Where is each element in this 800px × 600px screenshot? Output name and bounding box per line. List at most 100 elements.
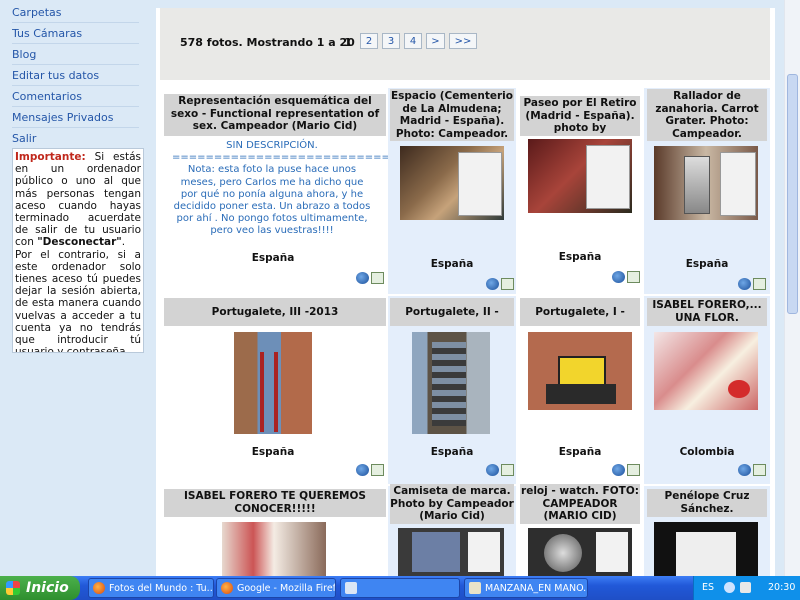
notice-text: Si estás en un ordenador público o uno a… [15, 151, 141, 249]
firefox-icon [221, 582, 233, 594]
photo-title[interactable]: Camiseta de marca. Photo by Campeador (M… [390, 484, 514, 524]
sidebar-item-tus-camaras[interactable]: Tus Cámaras [12, 23, 139, 44]
comment-icon[interactable] [501, 464, 514, 476]
firefox-icon [93, 582, 105, 594]
photo-country: España [251, 446, 295, 458]
photo-file-icon [469, 582, 481, 594]
taskbar-item-google[interactable]: Google - Mozilla Firef... [216, 578, 336, 598]
network-icon[interactable] [724, 582, 735, 593]
notice-disconnect: "Desconectar" [37, 236, 122, 249]
photo-thumbnail[interactable] [400, 146, 504, 220]
favorite-icon[interactable] [612, 464, 625, 476]
photo-thumbnail[interactable] [654, 522, 758, 576]
photo-title[interactable]: Rallador de zanahoria. Carrot Grater. Ph… [647, 89, 767, 141]
comment-icon[interactable] [371, 464, 384, 476]
photo-country: España [430, 258, 474, 270]
comment-icon[interactable] [627, 271, 640, 283]
photo-title[interactable]: Portugalete, I - 2013 [520, 298, 640, 326]
scrollbar-thumb[interactable] [787, 74, 798, 314]
photo-country: España [430, 446, 474, 458]
photo-country: Colombia [679, 446, 735, 458]
favorite-icon[interactable] [738, 464, 751, 476]
taskbar-item-label: Fotos del Mundo : Tu... [109, 583, 214, 594]
sidebar-item-mensajes-privados[interactable]: Mensajes Privados [12, 107, 139, 128]
favorite-icon[interactable] [356, 272, 369, 284]
taskbar-item-manzana[interactable]: MANZANA_EN MANO... [464, 578, 588, 598]
photo-title[interactable]: reloj - watch. FOTO: CAMPEADOR (MARIO CI… [520, 484, 640, 524]
photo-thumbnail[interactable] [412, 332, 490, 434]
photo-card: reloj - watch. FOTO: CAMPEADOR (MARIO CI… [518, 484, 642, 576]
next-page-button[interactable]: > [426, 33, 445, 49]
notice-important-label: Importante: [15, 151, 86, 163]
photo-title[interactable]: ISABEL FORERO,... UNA FLOR. [647, 298, 767, 326]
favorite-icon[interactable] [486, 464, 499, 476]
comment-icon[interactable] [371, 272, 384, 284]
photo-title[interactable]: Paseo por El Retiro (Madrid - España). p… [520, 96, 640, 136]
photo-country: España [558, 251, 602, 263]
windows-logo-icon [6, 581, 20, 595]
photo-title[interactable]: Penélope Cruz Sánchez. [647, 489, 767, 517]
photo-card: Penélope Cruz Sánchez. [644, 486, 770, 576]
photo-actions [356, 272, 386, 285]
comment-icon[interactable] [753, 278, 766, 290]
system-tray: ES 20:30 [693, 576, 800, 600]
photo-description: SIN DESCRIPCIÓN. =======================… [172, 140, 399, 237]
photo-title[interactable]: Espacio (Cementerio de La Almudena; Madr… [390, 89, 514, 141]
favorite-icon[interactable] [738, 278, 751, 290]
page-3-link[interactable]: 3 [382, 33, 400, 49]
photo-thumbnail[interactable] [528, 332, 632, 410]
comment-icon[interactable] [627, 464, 640, 476]
taskbar-item-label: MANZANA_EN MANO... [485, 583, 588, 594]
notice-text-2: Por el contrario, si a este ordenador so… [15, 248, 141, 353]
pagination-bar: 578 fotos. Mostrando 1 a 20 1 2 3 4 > >> [160, 8, 770, 80]
volume-icon[interactable] [740, 582, 751, 593]
photo-country: España [558, 446, 602, 458]
last-page-button[interactable]: >> [449, 33, 477, 49]
sidebar-item-editar-datos[interactable]: Editar tus datos [12, 65, 139, 86]
sidebar-item-salir[interactable]: Salir [12, 128, 139, 148]
photo-actions [738, 278, 768, 291]
photo-card: ISABEL FORERO,... UNA FLOR. Colombia [644, 296, 770, 484]
photo-thumbnail[interactable] [528, 528, 632, 576]
photo-title[interactable]: Portugalete, II - 2013 [390, 298, 514, 326]
taskbar-item-viewer[interactable] [340, 578, 460, 598]
photo-actions [356, 464, 386, 477]
photo-thumbnail[interactable] [222, 522, 326, 576]
start-label: Inicio [26, 580, 69, 596]
page-2-link[interactable]: 2 [360, 33, 378, 49]
photo-title[interactable]: Representación esquemática del sexo - Fu… [164, 94, 386, 136]
photo-thumbnail[interactable] [398, 528, 504, 576]
photo-card: Representación esquemática del sexo - Fu… [160, 94, 399, 294]
language-indicator[interactable]: ES [702, 576, 714, 600]
photo-card: Portugalete, III -2013 España [160, 296, 386, 484]
sidebar-item-blog[interactable]: Blog [12, 44, 139, 65]
start-button[interactable]: Inicio [0, 576, 80, 600]
notice-period: . [121, 236, 126, 249]
photo-title[interactable]: ISABEL FORERO TE QUEREMOS CONOCER!!!!! [164, 489, 386, 517]
comment-icon[interactable] [753, 464, 766, 476]
comment-icon[interactable] [501, 278, 514, 290]
photo-thumbnail[interactable] [654, 332, 758, 410]
favorite-icon[interactable] [486, 278, 499, 290]
photo-actions [612, 464, 642, 477]
photo-thumbnail[interactable] [528, 139, 632, 213]
favorite-icon[interactable] [612, 271, 625, 283]
photo-thumbnail[interactable] [234, 332, 312, 434]
photo-thumbnail[interactable] [654, 146, 758, 220]
photo-country: España [685, 258, 729, 270]
favorite-icon[interactable] [356, 464, 369, 476]
vertical-scrollbar[interactable] [784, 0, 800, 576]
clock[interactable]: 20:30 [768, 576, 795, 600]
photo-card: Paseo por El Retiro (Madrid - España). p… [518, 88, 642, 294]
page-4-link[interactable]: 4 [404, 33, 422, 49]
taskbar-item-fotos[interactable]: Fotos del Mundo : Tu... [88, 578, 214, 598]
photo-actions [486, 278, 516, 291]
photo-country: España [251, 252, 295, 264]
photo-actions [486, 464, 516, 477]
sidebar: Carpetas Tus Cámaras Blog Editar tus dat… [0, 0, 155, 576]
photo-card: Camiseta de marca. Photo by Campeador (M… [388, 484, 516, 576]
image-viewer-icon [345, 582, 357, 594]
photo-title[interactable]: Portugalete, III -2013 [164, 298, 386, 326]
sidebar-item-carpetas[interactable]: Carpetas [12, 2, 139, 23]
sidebar-item-comentarios[interactable]: Comentarios [12, 86, 139, 107]
